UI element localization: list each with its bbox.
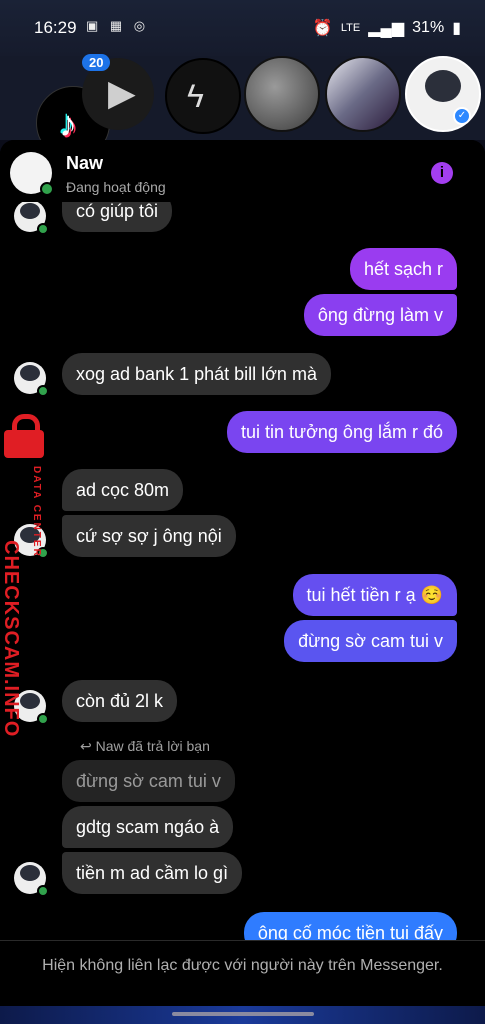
online-indicator [37, 385, 49, 397]
network-label: LTE [340, 22, 361, 34]
chat-panel: Naw Đang hoạt động i có giúp tôi hết sạc… [0, 140, 485, 1006]
avatar-hair [10, 152, 36, 174]
header-avatar[interactable] [10, 152, 54, 196]
notification-badge: 20 [82, 54, 111, 71]
info-icon[interactable]: i [431, 162, 453, 184]
reply-label-text: Naw đã trả lời bạn [95, 738, 210, 754]
avatar-hair [20, 865, 40, 881]
message-bubble-out[interactable]: tui hết tiền r ạ ☺️ [292, 574, 457, 616]
status-right: ⏰ LTE ▂▄▆ 31% ▮ [313, 18, 461, 38]
messenger-bubble[interactable]: ϟ [165, 58, 241, 134]
unavailable-notice: Hiện không liên lạc được với người này t… [42, 957, 443, 974]
sender-avatar[interactable] [14, 362, 49, 397]
unavailable-footer: Hiện không liên lạc được với người này t… [0, 940, 485, 1006]
online-indicator [37, 713, 49, 725]
reply-label: ↩ Naw đã trả lời bạn [80, 738, 210, 755]
message-bubble-out[interactable]: đừng sờ cam tui v [284, 620, 457, 662]
verified-icon: ✓ [453, 107, 471, 125]
message-bubble-in[interactable]: cứ sợ sợ j ông nội [62, 515, 236, 557]
active-status: Đang hoạt động [66, 179, 166, 195]
avatar-hair [20, 365, 40, 381]
online-indicator [37, 223, 49, 235]
message-bubble-out[interactable]: ông đừng làm v [303, 294, 457, 336]
message-bubble-in[interactable]: ad cọc 80m [62, 469, 184, 511]
quoted-message[interactable]: đừng sờ cam tui v [62, 760, 235, 802]
message-bubble-in[interactable]: xog ad bank 1 phát bill lớn mà [62, 353, 331, 395]
message-bubble-in[interactable]: còn đủ 2l k [62, 680, 178, 722]
chat-header: Naw Đang hoạt động i [0, 140, 485, 202]
reply-arrow-icon: ↩ [80, 738, 96, 754]
watermark-sub: DATA CENTER [31, 466, 42, 558]
message-bubble-in[interactable]: gdtg scam ngáo à [62, 806, 234, 848]
status-time: 16:29 [34, 18, 77, 37]
avatar-hair [425, 70, 461, 102]
chat-head-1[interactable] [244, 56, 320, 132]
home-indicator[interactable] [172, 1012, 314, 1016]
signal-icon: ▂▄▆ [368, 20, 405, 37]
avatar-hair [20, 693, 40, 709]
chat-head-2[interactable] [325, 56, 401, 132]
online-indicator [37, 885, 49, 897]
watermark-main: CHECKSCAM.INFO [0, 540, 22, 738]
tiktok-icon: ♪ [59, 103, 77, 144]
battery-icon: ▮ [452, 20, 461, 37]
messenger-icon: ϟ [187, 78, 204, 114]
notification-icons: ▣ ▦ ◎ [86, 18, 150, 33]
watermark: DATA CENTER CHECKSCAM.INFO [0, 414, 60, 737]
message-bubble-out[interactable]: hết sạch r [349, 248, 457, 290]
status-bar: 16:29 ▣ ▦ ◎ ⏰ LTE ▂▄▆ 31% ▮ [0, 0, 485, 56]
contact-name[interactable]: Naw [66, 153, 103, 174]
lock-icon [4, 414, 44, 458]
online-indicator [40, 182, 54, 196]
message-bubble-out[interactable]: tui tin tưởng ông lắm r đó [227, 411, 457, 453]
play-icon: ▶ [108, 72, 136, 113]
sender-avatar[interactable] [14, 862, 49, 897]
sender-avatar[interactable] [14, 200, 49, 235]
avatar-hair [20, 203, 40, 219]
alarm-icon: ⏰ [312, 20, 333, 37]
battery-text: 31% [412, 19, 445, 36]
message-bubble-in[interactable]: tiền m ad cầm lo gì [62, 852, 243, 894]
